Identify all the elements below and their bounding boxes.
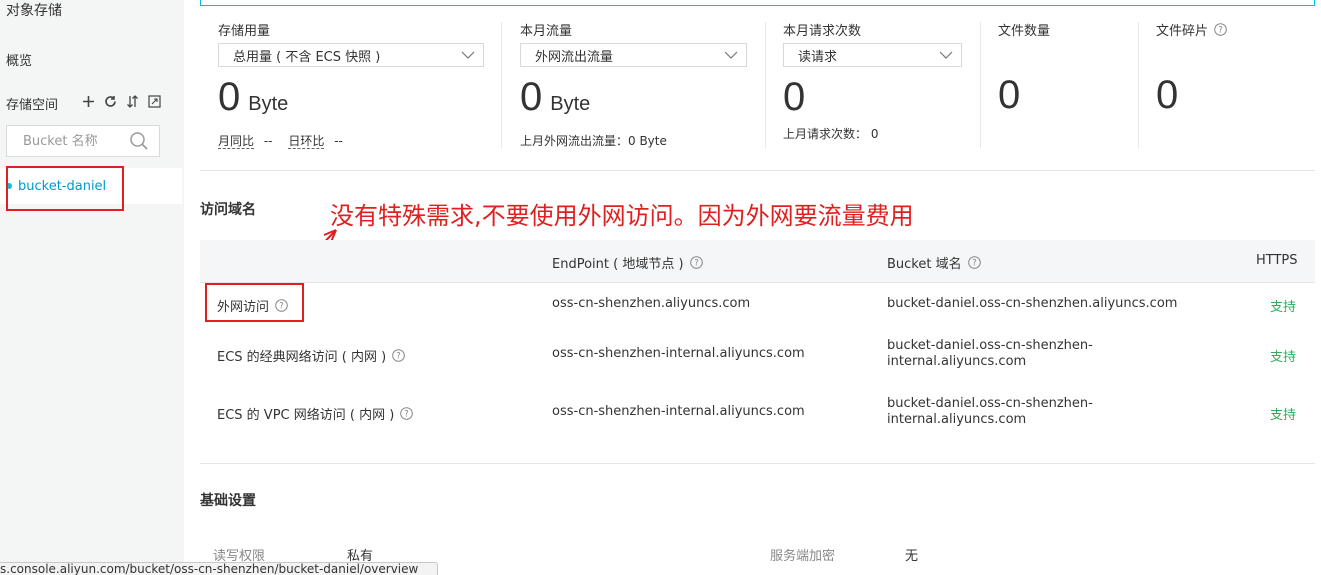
request-type-select[interactable]: 读请求 — [783, 43, 962, 67]
divider — [980, 22, 981, 148]
section-divider — [200, 463, 1315, 464]
sidebar-bucket-space-label: 存储空间 — [6, 98, 59, 113]
domain-line: bucket-daniel.oss-cn-shenzhen- — [887, 338, 1093, 353]
bucket-search-box — [6, 125, 160, 157]
divider — [765, 22, 766, 148]
divider — [1138, 22, 1139, 148]
chevron-down-icon — [724, 48, 738, 63]
browser-status-url: s.console.aliyun.com/bucket/oss-cn-shenz… — [0, 562, 438, 575]
stat-files-value: 0 — [998, 73, 1021, 117]
refresh-icon[interactable] — [102, 92, 118, 110]
help-icon[interactable]: ? — [400, 407, 414, 420]
stat-requests-value: 0 — [783, 75, 806, 119]
encryption-value: 无 — [905, 549, 919, 564]
sidebar-item-overview[interactable]: 概览 — [6, 50, 32, 69]
sort-icon[interactable] — [124, 92, 140, 110]
https-support-link[interactable]: 支持 — [1270, 296, 1296, 315]
col-https: HTTPS — [1256, 253, 1298, 268]
section-divider — [200, 170, 1315, 171]
stat-fragments-label: 文件碎片 — [1156, 24, 1209, 39]
search-icon[interactable] — [129, 131, 149, 151]
divider — [501, 22, 502, 148]
last-month-requests: 上月请求次数： 0 — [783, 127, 879, 141]
stat-traffic-label: 本月流量 — [520, 24, 573, 39]
table-row: ECS 的 VPC 网络访问 ( 内网 ) ? — [217, 404, 414, 423]
https-support-link[interactable]: 支持 — [1270, 404, 1296, 423]
domain-cell: bucket-daniel.oss-cn-shenzhen.aliyuncs.c… — [887, 296, 1178, 311]
highlight-box-bucket — [6, 166, 124, 211]
domain-line: internal.aliyuncs.com — [887, 412, 1027, 427]
svg-text:?: ? — [405, 410, 410, 420]
sidebar: 对象存储 概览 存储空间 bucket-daniel — [0, 0, 182, 575]
chevron-down-icon — [461, 48, 475, 63]
domain-cell: bucket-daniel.oss-cn-shenzhen- internal.… — [887, 396, 1093, 428]
bucket-search-input[interactable] — [7, 133, 125, 149]
domain-line: internal.aliyuncs.com — [887, 354, 1027, 369]
stat-files: 文件数量 0 — [998, 20, 1118, 117]
dod-value: -- — [334, 134, 343, 148]
svg-text:?: ? — [1218, 26, 1223, 36]
help-icon[interactable]: ? — [967, 256, 981, 269]
help-icon[interactable]: ? — [689, 256, 703, 269]
access-type: ECS 的经典网络访问 ( 内网 ) — [217, 350, 387, 365]
stat-requests: 本月请求次数 读请求 0 上月请求次数： 0 — [783, 20, 962, 142]
storage-type-value: 总用量 ( 不含 ECS 快照 ) — [233, 49, 381, 65]
stat-storage-unit: Byte — [248, 93, 289, 115]
help-icon[interactable]: ? — [392, 349, 406, 362]
stat-traffic-value: 0 — [520, 75, 543, 119]
col-endpoint: EndPoint ( 地域节点 ) — [552, 257, 684, 272]
top-banner-edge — [200, 0, 1315, 6]
sidebar-title: 对象存储 — [6, 3, 62, 19]
endpoint-cell: oss-cn-shenzhen-internal.aliyuncs.com — [552, 346, 805, 361]
svg-text:?: ? — [396, 352, 401, 362]
table-row: ECS 的经典网络访问 ( 内网 ) ? — [217, 346, 406, 365]
stat-storage: 存储用量 总用量 ( 不含 ECS 快照 ) 0 Byte 月同比 -- 日环比 … — [218, 20, 484, 149]
stat-fragments: 文件碎片 ? 0 — [1156, 20, 1296, 117]
request-type-value: 读请求 — [798, 49, 838, 65]
add-icon[interactable] — [80, 92, 96, 110]
sidebar-tools — [80, 92, 162, 110]
stat-files-label: 文件数量 — [998, 24, 1051, 39]
traffic-type-value: 外网流出流量 — [535, 49, 614, 65]
domain-cell: bucket-daniel.oss-cn-shenzhen- internal.… — [887, 338, 1093, 370]
chevron-down-icon — [939, 48, 953, 63]
domain-line: bucket-daniel.oss-cn-shenzhen- — [887, 396, 1093, 411]
stat-requests-label: 本月请求次数 — [783, 24, 862, 39]
traffic-type-select[interactable]: 外网流出流量 — [520, 43, 747, 67]
last-month-traffic: 上月外网流出流量：0 Byte — [520, 134, 667, 148]
stat-fragments-value: 0 — [1156, 73, 1179, 117]
svg-text:?: ? — [972, 259, 977, 269]
annotation-text: 没有特殊需求,不要使用外网访问。因为外网要流量费用 — [330, 202, 914, 230]
mom-value: -- — [263, 134, 273, 148]
access-type: ECS 的 VPC 网络访问 ( 内网 ) — [217, 408, 395, 423]
main-content: 存储用量 总用量 ( 不含 ECS 快照 ) 0 Byte 月同比 -- 日环比 … — [184, 0, 1321, 575]
access-table-header: EndPoint ( 地域节点 ) ? Bucket 域名 ? HTTPS — [200, 240, 1315, 283]
svg-text:?: ? — [694, 259, 699, 269]
stat-storage-label: 存储用量 — [218, 24, 271, 39]
endpoint-cell: oss-cn-shenzhen-internal.aliyuncs.com — [552, 404, 805, 419]
basic-settings-title: 基础设置 — [200, 493, 256, 509]
col-bucket-domain: Bucket 域名 — [887, 257, 962, 272]
expand-icon[interactable] — [146, 92, 162, 110]
mom-label: 月同比 — [218, 134, 255, 149]
highlight-box-public-access — [205, 283, 304, 322]
dod-label: 日环比 — [288, 134, 325, 149]
access-domain-title: 访问域名 — [200, 202, 256, 218]
stat-traffic-unit: Byte — [550, 93, 591, 115]
storage-type-select[interactable]: 总用量 ( 不含 ECS 快照 ) — [218, 43, 484, 67]
https-support-link[interactable]: 支持 — [1270, 346, 1296, 365]
encryption-label: 服务端加密 — [770, 549, 836, 564]
stat-storage-value: 0 — [218, 75, 241, 119]
help-icon[interactable]: ? — [1214, 23, 1227, 36]
stat-traffic: 本月流量 外网流出流量 0 Byte 上月外网流出流量：0 Byte — [520, 20, 747, 149]
endpoint-cell: oss-cn-shenzhen.aliyuncs.com — [552, 296, 751, 311]
